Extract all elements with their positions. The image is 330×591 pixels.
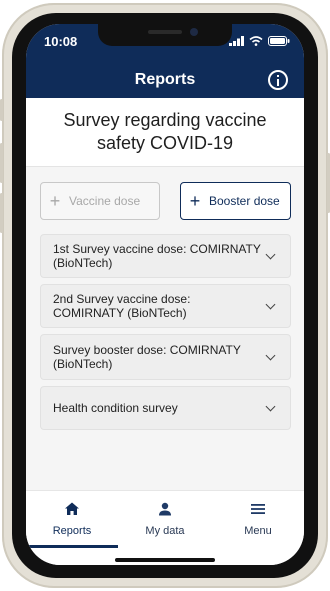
survey-item-1st-vaccine-dose[interactable]: 1st Survey vaccine dose: COMIRNATY (BioN… [40,234,291,278]
survey-item-label: 1st Survey vaccine dose: COMIRNATY (BioN… [53,242,261,270]
tab-menu[interactable]: Menu [212,491,304,547]
home-icon [65,502,79,515]
survey-item-label: 2nd Survey vaccine dose: COMIRNATY (BioN… [53,292,191,320]
notch [98,24,232,46]
survey-heading: Survey regarding vaccine safety COVID-19 [26,98,304,167]
camera [190,28,198,36]
survey-item-2nd-vaccine-dose[interactable]: 2nd Survey vaccine dose: COMIRNATY (BioN… [40,284,291,328]
status-icons [229,34,290,48]
status-time: 10:08 [44,34,78,49]
booster-dose-label: Booster dose [209,194,280,208]
tab-my-data[interactable]: My data [119,491,211,547]
tab-reports[interactable]: Reports [26,491,118,547]
chevron-down-icon [265,350,276,361]
survey-item-booster-dose[interactable]: Survey booster dose: COMIRNATY (BioNTech… [40,334,291,380]
chevron-down-icon [265,249,276,260]
signal-icon [229,36,244,46]
survey-item-health-condition[interactable]: Health condition survey [40,386,291,430]
home-indicator [115,558,215,562]
survey-item-label: Survey booster dose: COMIRNATY (BioNTech… [53,343,241,371]
volume-down-button [0,193,3,233]
tab-label: Menu [244,525,272,537]
info-button[interactable] [268,70,288,90]
survey-heading-text: Survey regarding vaccine safety COVID-19 [63,110,267,153]
wifi-icon [249,36,263,46]
app-header: 10:08 Reports [26,24,304,98]
person-icon [159,502,171,516]
info-icon-bar [277,79,279,86]
survey-item-label: Health condition survey [53,401,178,415]
speaker [148,30,182,34]
info-icon-dot [277,75,279,77]
vaccine-dose-label: Vaccine dose [69,194,141,208]
tab-label: Reports [52,525,92,537]
booster-dose-button[interactable]: + Booster dose [180,182,291,220]
side-button [0,99,3,121]
bottom-tab-bar: Reports My data Menu [26,490,304,565]
page-title: Reports [134,71,196,88]
active-tab-indicator [26,545,118,548]
plus-icon: + [189,191,201,211]
app-screen: 10:08 Reports Survey regarding vaccine s… [26,24,304,565]
tab-label: My data [145,525,185,537]
vaccine-dose-button[interactable]: + Vaccine dose [40,182,160,220]
chevron-down-icon [265,299,276,310]
plus-icon: + [49,191,61,211]
volume-up-button [0,143,3,183]
battery-icon [268,36,290,46]
menu-icon [251,504,265,514]
chevron-down-icon [265,401,276,412]
